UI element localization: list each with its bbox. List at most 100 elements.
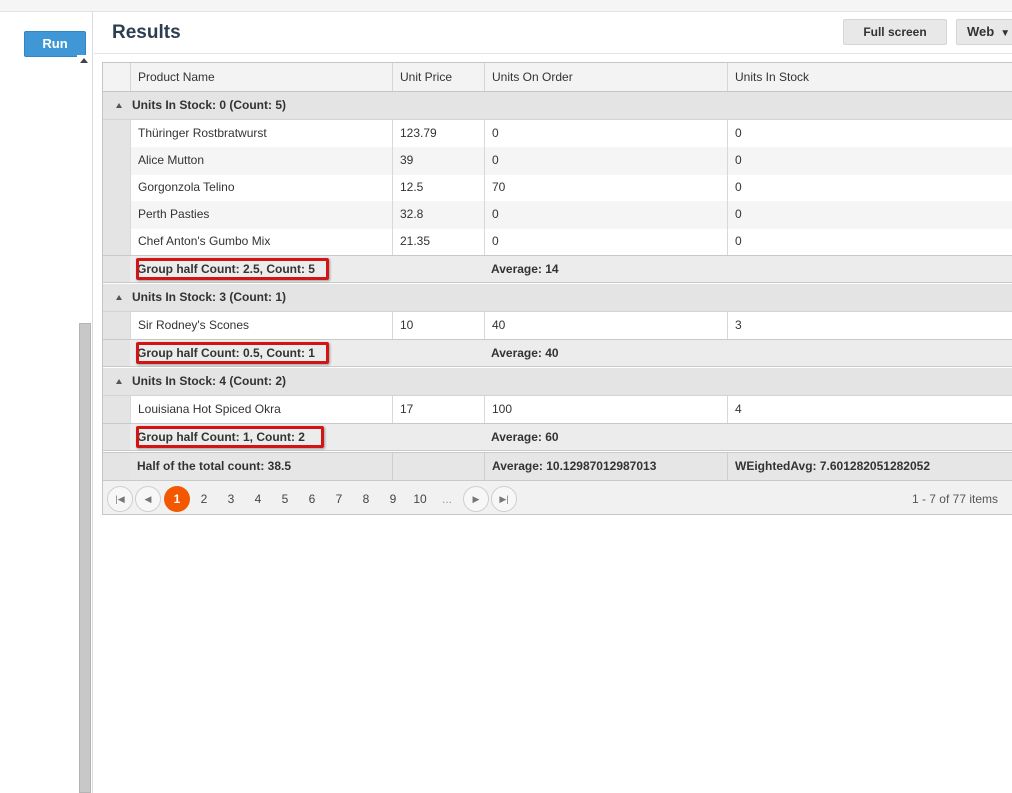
group-indent-cell — [103, 228, 130, 256]
chevron-down-icon: ▼ — [1000, 28, 1011, 39]
group-title: Units In Stock: 0 (Count: 5) — [132, 98, 286, 112]
unit-price-cell: 39 — [392, 147, 484, 175]
pager-more[interactable]: ... — [434, 486, 460, 512]
units-in-stock-cell: 0 — [727, 120, 1012, 148]
total-weighted-average: WEightedAvg: 7.601282051282052 — [727, 453, 1012, 480]
collapse-triangle-icon[interactable] — [116, 379, 122, 384]
red-highlight-box — [136, 426, 324, 448]
column-header-units-in-stock[interactable]: Units In Stock — [727, 63, 1012, 91]
product-name-cell: Gorgonzola Telino — [130, 174, 392, 202]
page-4[interactable]: 4 — [245, 486, 271, 512]
group-footer-average: Average: 14 — [491, 262, 559, 276]
grid-header-row: Product Name Unit Price Units On Order U… — [103, 63, 1012, 92]
product-name-cell: Perth Pasties — [130, 201, 392, 229]
units-in-stock-cell: 0 — [727, 201, 1012, 229]
data-grid: Product Name Unit Price Units On Order U… — [102, 62, 1012, 515]
product-name-cell: Chef Anton's Gumbo Mix — [130, 228, 392, 256]
group-header-row[interactable]: Units In Stock: 4 (Count: 2) — [103, 368, 1012, 396]
group-indent-cell — [103, 174, 130, 202]
group-indent-cell — [103, 201, 130, 229]
group-footer-row: Group half Count: 0.5, Count: 1 Average: … — [103, 339, 1012, 367]
units-in-stock-cell: 0 — [727, 147, 1012, 175]
units-on-order-cell: 0 — [484, 120, 727, 148]
page-title: Results — [112, 22, 181, 43]
group-header-row[interactable]: Units In Stock: 3 (Count: 1) — [103, 284, 1012, 312]
collapse-triangle-icon[interactable] — [116, 103, 122, 108]
last-page-icon[interactable]: ▶| — [491, 486, 517, 512]
table-row[interactable]: Gorgonzola Telino 12.5 70 0 — [103, 174, 1012, 202]
column-header-product-name[interactable]: Product Name — [130, 63, 392, 91]
scroll-up-arrow-icon[interactable] — [80, 58, 88, 63]
group-indent-cell — [103, 453, 130, 480]
group-indicator-header — [103, 63, 130, 91]
group-indent-cell — [103, 147, 130, 175]
units-in-stock-cell: 4 — [727, 396, 1012, 424]
group-footer-average: Average: 40 — [491, 346, 559, 360]
group-header-row[interactable]: Units In Stock: 0 (Count: 5) — [103, 92, 1012, 120]
units-on-order-cell: 40 — [484, 312, 727, 340]
column-header-unit-price[interactable]: Unit Price — [392, 63, 484, 91]
units-on-order-cell: 0 — [484, 201, 727, 229]
page-7[interactable]: 7 — [326, 486, 352, 512]
table-row[interactable]: Louisiana Hot Spiced Okra 17 100 4 — [103, 396, 1012, 424]
unit-price-cell: 32.8 — [392, 201, 484, 229]
pager: |◀ ◀ 1 2 3 4 5 6 7 8 9 10... ▶ ▶| 1 - 7 of 77 ite… — [103, 480, 1012, 514]
group-indent-cell — [103, 396, 130, 424]
web-dropdown[interactable]: Web ▼ — [956, 19, 1012, 45]
group-title: Units In Stock: 4 (Count: 2) — [132, 374, 286, 388]
web-dropdown-label: Web — [967, 24, 995, 39]
red-highlight-box — [136, 258, 329, 280]
table-row[interactable]: Perth Pasties 32.8 0 0 — [103, 201, 1012, 229]
run-button[interactable]: Run — [24, 31, 86, 57]
group-indent-cell — [103, 120, 130, 148]
page-6[interactable]: 6 — [299, 486, 325, 512]
group-footer-row: Group half Count: 2.5, Count: 5 Average: … — [103, 255, 1012, 283]
unit-price-cell: 21.35 — [392, 228, 484, 256]
group-footer-row: Group half Count: 1, Count: 2 Average: 60 — [103, 423, 1012, 451]
units-on-order-cell: 0 — [484, 228, 727, 256]
group-indent-cell — [103, 312, 130, 340]
total-footer-row: Half of the total count: 38.5 Average: 10… — [103, 452, 1012, 480]
scrollbar-thumb[interactable] — [79, 323, 91, 793]
group-indent-cell — [103, 424, 130, 450]
units-on-order-cell: 0 — [484, 147, 727, 175]
unit-price-cell: 123.79 — [392, 120, 484, 148]
table-row[interactable]: Alice Mutton 39 0 0 — [103, 147, 1012, 175]
column-header-units-on-order[interactable]: Units On Order — [484, 63, 727, 91]
units-on-order-cell: 70 — [484, 174, 727, 202]
units-on-order-cell: 100 — [484, 396, 727, 424]
previous-page-icon[interactable]: ◀ — [135, 486, 161, 512]
page-10[interactable]: 10 — [407, 486, 433, 512]
table-row[interactable]: Thüringer Rostbratwurst 123.79 0 0 — [103, 120, 1012, 148]
unit-price-cell: 17 — [392, 396, 484, 424]
top-strip — [0, 0, 1012, 12]
product-name-cell: Alice Mutton — [130, 147, 392, 175]
product-name-cell: Thüringer Rostbratwurst — [130, 120, 392, 148]
next-page-icon[interactable]: ▶ — [463, 486, 489, 512]
collapse-triangle-icon[interactable] — [116, 295, 122, 300]
total-average: Average: 10.12987012987013 — [484, 453, 727, 480]
table-row[interactable]: Sir Rodney's Scones 10 40 3 — [103, 312, 1012, 340]
page-8[interactable]: 8 — [353, 486, 379, 512]
product-name-cell: Sir Rodney's Scones — [130, 312, 392, 340]
page-1[interactable]: 1 — [164, 486, 190, 512]
unit-price-cell: 10 — [392, 312, 484, 340]
red-highlight-box — [136, 342, 329, 364]
group-indent-cell — [103, 340, 130, 366]
units-in-stock-cell: 0 — [727, 228, 1012, 256]
page-9[interactable]: 9 — [380, 486, 406, 512]
page-3[interactable]: 3 — [218, 486, 244, 512]
product-name-cell: Louisiana Hot Spiced Okra — [130, 396, 392, 424]
unit-price-cell: 12.5 — [392, 174, 484, 202]
group-title: Units In Stock: 3 (Count: 1) — [132, 290, 286, 304]
page-5[interactable]: 5 — [272, 486, 298, 512]
units-in-stock-cell: 0 — [727, 174, 1012, 202]
full-screen-button[interactable]: Full screen — [843, 19, 947, 45]
first-page-icon[interactable]: |◀ — [107, 486, 133, 512]
group-footer-average: Average: 60 — [491, 430, 559, 444]
page-2[interactable]: 2 — [191, 486, 217, 512]
left-pane: Run — [0, 12, 93, 793]
units-in-stock-cell: 3 — [727, 312, 1012, 340]
table-row[interactable]: Chef Anton's Gumbo Mix 21.35 0 0 — [103, 228, 1012, 256]
results-header: Results Full screen Web ▼ — [94, 12, 1012, 54]
